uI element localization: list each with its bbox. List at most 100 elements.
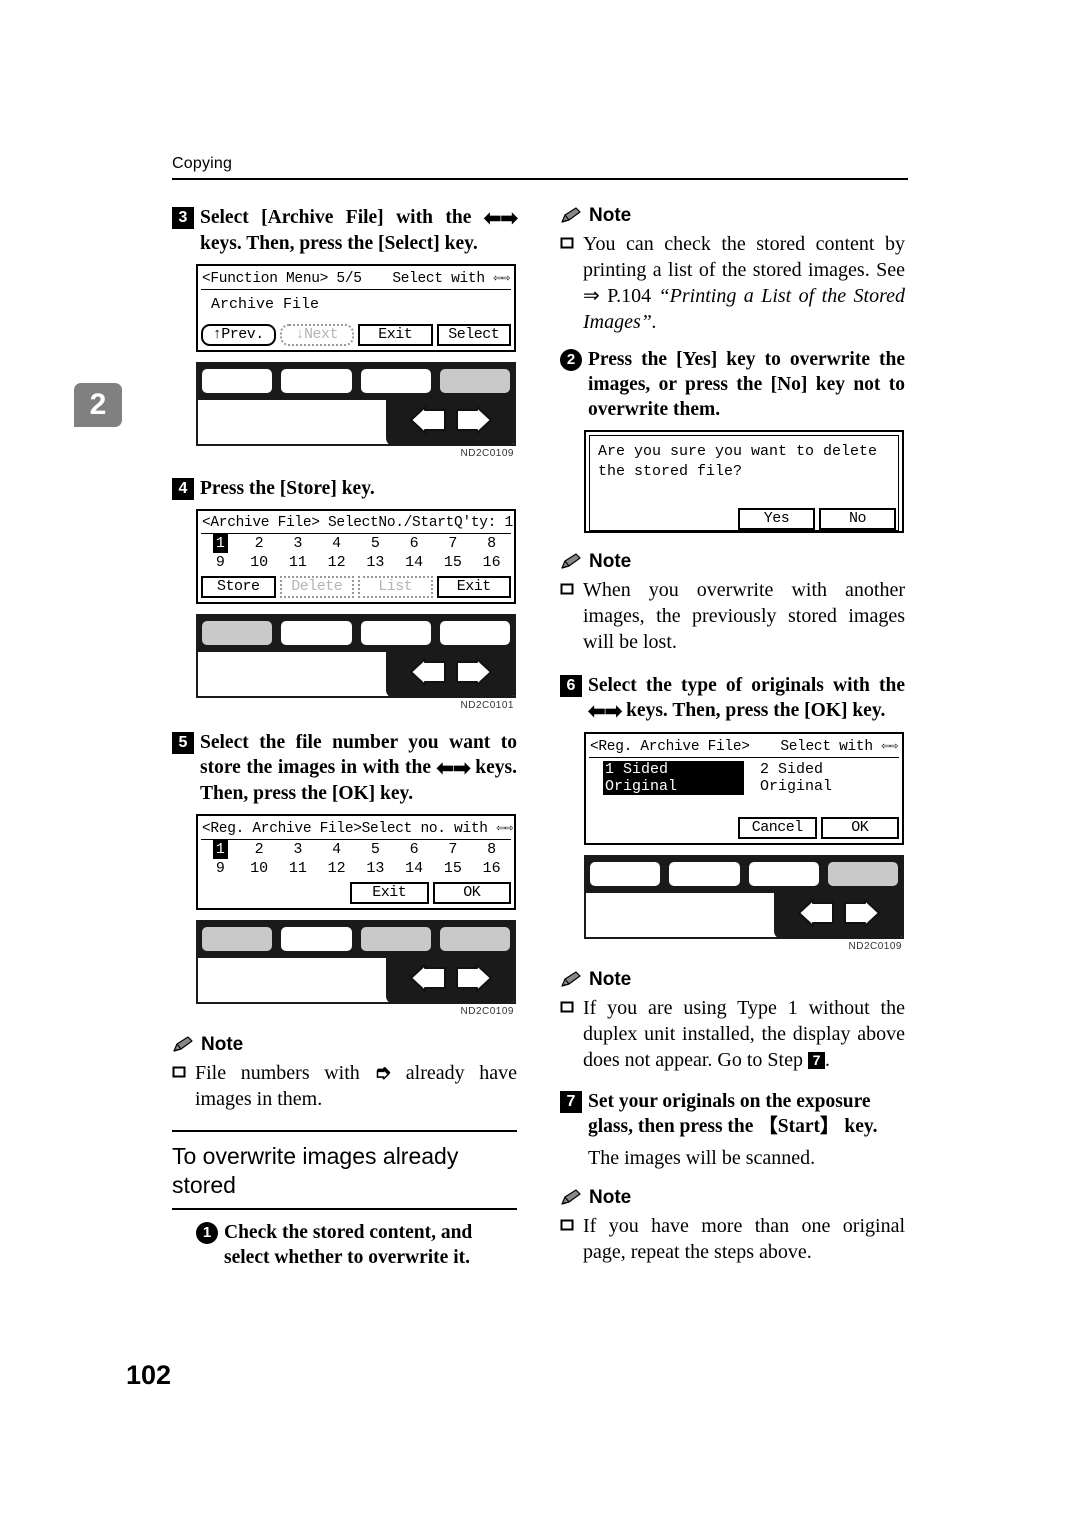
file-number-cell[interactable]: 16 <box>472 553 511 572</box>
file-number-cell[interactable]: 4 <box>317 534 356 553</box>
lcd-button-spacer <box>664 817 735 839</box>
note-heading: Note <box>560 205 905 227</box>
file-number-cell[interactable]: 16 <box>472 859 511 878</box>
left-right-arrow-keys-icon: ⬅➡ <box>588 699 622 723</box>
lcd-button-no[interactable]: No <box>819 508 896 530</box>
section-overwrite: To overwrite images already stored 1 Che… <box>172 1130 517 1270</box>
lcd-button-prev[interactable]: ↑Prev. <box>201 324 276 346</box>
soft-key-1[interactable] <box>202 621 273 645</box>
file-number-cell[interactable]: 13 <box>356 859 395 878</box>
soft-key-1[interactable] <box>202 369 273 393</box>
lcd-delete-confirm: Are you sure you want to delete the stor… <box>584 430 904 533</box>
file-number-cell[interactable]: 5 <box>356 534 395 553</box>
soft-key-3[interactable] <box>360 621 431 645</box>
soft-key-1[interactable] <box>202 927 273 951</box>
note-bullet-icon <box>560 236 574 335</box>
lcd-button-ok[interactable]: OK <box>820 817 899 839</box>
step-5-number: 5 <box>172 732 194 754</box>
right-arrow-key-icon[interactable] <box>455 405 495 435</box>
soft-key-3[interactable] <box>360 927 431 951</box>
file-number-cell[interactable]: 14 <box>395 553 434 572</box>
file-number-cell[interactable]: 6 <box>395 840 434 859</box>
step-5: 5 Select the file number you want to sto… <box>172 730 517 806</box>
lcd-button-ok[interactable]: OK <box>432 882 511 904</box>
file-number-cell[interactable]: 10 <box>240 553 279 572</box>
file-number-cell[interactable]: 11 <box>279 553 318 572</box>
step-3-text: Select [Archive File] with the ⬅➡ keys. … <box>200 205 518 256</box>
file-number-cell[interactable]: 10 <box>240 859 279 878</box>
file-number-cell[interactable]: 11 <box>279 859 318 878</box>
soft-key-1[interactable] <box>590 862 661 886</box>
file-number-cell[interactable]: 12 <box>317 553 356 572</box>
lcd-button-exit[interactable]: Exit <box>358 324 433 346</box>
soft-key-3[interactable] <box>360 369 431 393</box>
step-6-text-b: keys. Then, press the [OK] key. <box>621 700 886 721</box>
lcd-button-select[interactable]: Select <box>436 324 511 346</box>
soft-key-4[interactable] <box>827 862 898 886</box>
file-number-cell[interactable]: 8 <box>472 534 511 553</box>
soft-key-2[interactable] <box>281 369 352 393</box>
step-7-number: 7 <box>560 1091 582 1113</box>
left-arrow-key-icon[interactable] <box>407 405 447 435</box>
file-number-cell[interactable]: 15 <box>434 553 473 572</box>
left-arrow-key-icon[interactable] <box>795 898 835 928</box>
soft-key-3[interactable] <box>748 862 819 886</box>
note-text: File numbers with ➮ already have images … <box>195 1060 517 1112</box>
lcd-delete-confirm-frame: Are you sure you want to delete the stor… <box>589 435 899 531</box>
option-1-sided-original[interactable]: 1 Sided Original <box>603 761 744 795</box>
soft-key-2[interactable] <box>281 927 352 951</box>
lcd-button-next[interactable]: ↓Next <box>279 324 354 346</box>
step-5-text: Select the file number you want to store… <box>200 730 517 806</box>
note-check-stored: Note You can check the stored content by… <box>560 205 905 335</box>
file-number-cell[interactable]: 5 <box>356 840 395 859</box>
left-arrow-key-icon[interactable] <box>407 657 447 687</box>
lcd-function-menu-body: Archive File <box>201 290 511 320</box>
lcd-confirm-message-line-2: the stored file? <box>598 463 743 480</box>
file-number-cell[interactable]: 9 <box>201 859 240 878</box>
pencil-icon <box>561 207 581 223</box>
file-number-cell[interactable]: 9 <box>201 553 240 572</box>
lcd-button-store[interactable]: Store <box>201 576 276 598</box>
note-text-a: If you are using Type 1 without the dupl… <box>583 997 905 1071</box>
file-number-cell[interactable]: 7 <box>434 840 473 859</box>
soft-key-2[interactable] <box>281 621 352 645</box>
lcd-button-exit[interactable]: Exit <box>436 576 511 598</box>
soft-key-4[interactable] <box>439 927 510 951</box>
file-number-cell[interactable]: 3 <box>279 534 318 553</box>
file-number-cell[interactable]: 13 <box>356 553 395 572</box>
substep-1: 1 Check the stored content, and select w… <box>196 1220 517 1270</box>
file-number-cell[interactable]: 12 <box>317 859 356 878</box>
step-4-number: 4 <box>172 478 194 500</box>
file-number-cell[interactable]: 8 <box>472 840 511 859</box>
section-title: To overwrite images already stored <box>172 1143 459 1198</box>
right-arrow-key-icon[interactable] <box>843 898 883 928</box>
key-panel-2: ND2C0101 <box>196 614 516 711</box>
file-number-cell[interactable]: 6 <box>395 534 434 553</box>
lcd-archive-file-title: <Archive File> SelectNo./Start Q'ty: 1 <box>201 514 513 534</box>
lcd-button-cancel[interactable]: Cancel <box>738 817 817 839</box>
note-text: If you are using Type 1 without the dupl… <box>583 995 905 1073</box>
right-arrow-key-icon[interactable] <box>455 963 495 993</box>
lcd-button-delete[interactable]: Delete <box>279 576 354 598</box>
file-number-cell[interactable]: 2 <box>240 840 279 859</box>
file-number-cell[interactable]: 14 <box>395 859 434 878</box>
lcd-button-exit[interactable]: Exit <box>350 882 429 904</box>
file-number-cell[interactable]: 3 <box>279 840 318 859</box>
option-2-sided-original[interactable]: 2 Sided Original <box>758 761 899 795</box>
file-number-cell[interactable]: 1 <box>212 840 228 859</box>
file-number-cell[interactable]: 1 <box>212 534 228 553</box>
key-panel-2-base <box>196 646 516 698</box>
right-arrow-key-icon[interactable] <box>455 657 495 687</box>
soft-key-4[interactable] <box>439 621 510 645</box>
lcd-button-yes[interactable]: Yes <box>738 508 815 530</box>
file-number-cell[interactable]: 2 <box>240 534 279 553</box>
soft-key-4[interactable] <box>439 369 510 393</box>
lcd-function-menu-buttons: ↑Prev. ↓Next Exit Select <box>201 324 511 346</box>
lcd-button-list[interactable]: List <box>358 576 433 598</box>
file-number-cell[interactable]: 4 <box>317 840 356 859</box>
file-number-cell[interactable]: 7 <box>434 534 473 553</box>
left-arrow-key-icon[interactable] <box>407 963 447 993</box>
soft-key-2[interactable] <box>669 862 740 886</box>
left-right-arrow-keys-icon: ⬅➡ <box>483 206 518 230</box>
file-number-cell[interactable]: 15 <box>434 859 473 878</box>
